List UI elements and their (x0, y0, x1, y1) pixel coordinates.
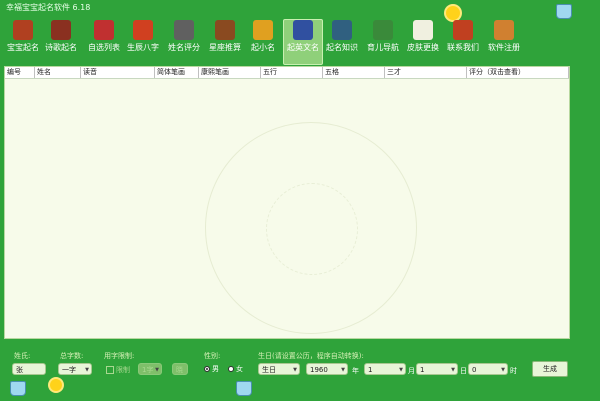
toolbar-button-0[interactable]: 宝宝起名 (4, 20, 42, 64)
hour-select[interactable]: 0 (468, 363, 508, 376)
rating-icon (174, 20, 194, 40)
dragon-phoenix-watermark (205, 122, 417, 334)
window-title: 幸福宝宝起名软件 6.18 (6, 3, 91, 12)
gender-male-radio[interactable]: 男 (204, 364, 219, 374)
gender-label: 性别: (204, 352, 221, 360)
day-unit: 日 (460, 367, 467, 375)
table-header: 编号 姓名 读音 简体笔画 康熙笔画 五行 五格 三才 评分（双击查看） (5, 67, 569, 79)
house-icon (453, 20, 473, 40)
toolbar-label: 起名知识 (326, 43, 358, 52)
calendar-type-select[interactable]: 生日 (258, 363, 300, 376)
toolbar-label: 生辰八字 (127, 43, 159, 52)
column-header-pronunciation[interactable]: 读音 (81, 67, 155, 78)
total-chars-label: 总字数: (60, 352, 84, 360)
toolbar-label: 自选列表 (88, 43, 120, 52)
char-limit-input[interactable]: 晓 (172, 363, 188, 375)
sun-decoration-icon (50, 379, 62, 391)
surname-label: 姓氏: (14, 352, 31, 360)
bucket-decoration-icon (236, 381, 252, 396)
char-limit-label: 用字限制: (104, 352, 135, 360)
toolbar-label: 皮肤更换 (407, 43, 439, 52)
year-select[interactable]: 1960 (306, 363, 348, 376)
title-bar: 幸福宝宝起名软件 6.18 (0, 0, 600, 16)
list-icon (94, 20, 114, 40)
year-unit: 年 (352, 367, 359, 375)
book-icon (13, 20, 33, 40)
main-toolbar: 宝宝起名 诗歌起名 自选列表 生辰八字 姓名评分 星座推算 起小名 起英文名 起名知识 育儿导航皮… (0, 16, 600, 66)
toolbar-label: 育儿导航 (367, 43, 399, 52)
hour-unit: 时 (510, 367, 517, 375)
toolbar-label: 联系我们 (447, 43, 479, 52)
gender-female-radio[interactable]: 女 (228, 364, 243, 374)
results-table[interactable]: 编号 姓名 读音 简体笔画 康熙笔画 五行 五格 三才 评分（双击查看） (4, 66, 570, 339)
footprint-icon (373, 20, 393, 40)
toolbar-button-11[interactable]: 联系我们 (444, 20, 482, 64)
column-header-id[interactable]: 编号 (5, 67, 35, 78)
char-limit-checkbox-label: 限制 (116, 366, 130, 374)
gender-female-label: 女 (236, 365, 243, 373)
day-select[interactable]: 1 (416, 363, 458, 376)
gender-male-label: 男 (212, 365, 219, 373)
char-limit-checkbox[interactable]: 限制 (106, 365, 130, 375)
toolbar-button-3[interactable]: 生辰八字 (124, 20, 162, 64)
poetry-book-icon (51, 20, 71, 40)
toolbar-button-9[interactable]: 育儿导航 (364, 20, 402, 64)
column-header-three-talents[interactable]: 三才 (385, 67, 467, 78)
us-flag-icon (293, 20, 313, 40)
face-icon (253, 20, 273, 40)
star-icon (215, 20, 235, 40)
char-limit-position-select[interactable]: 1字 (138, 363, 162, 376)
month-unit: 月 (408, 367, 415, 375)
checkbox-box (106, 366, 114, 374)
column-header-five-grids[interactable]: 五格 (323, 67, 385, 78)
options-panel: 姓氏: 张 总字数: 一字 用字限制: 限制 1字 晓 性别: 男 女 生日(请… (0, 337, 600, 401)
scroll-area (568, 66, 594, 337)
total-chars-select[interactable]: 一字 (58, 363, 92, 376)
toolbar-button-10[interactable]: 皮肤更换 (404, 20, 442, 64)
toolbar-button-5[interactable]: 星座推算 (206, 20, 244, 64)
palette-icon (413, 20, 433, 40)
toolbar-label: 起英文名 (287, 43, 319, 52)
toolbar-label: 星座推算 (209, 43, 241, 52)
toolbar-button-7[interactable]: 起英文名 (283, 19, 323, 65)
radio-dot (228, 366, 234, 372)
bucket-decoration-icon (10, 381, 26, 396)
toolbar-button-4[interactable]: 姓名评分 (164, 20, 204, 64)
radio-dot (204, 366, 210, 372)
column-header-five-elements[interactable]: 五行 (261, 67, 323, 78)
toolbar-label: 宝宝起名 (7, 43, 39, 52)
column-header-kangxi-strokes[interactable]: 康熙笔画 (199, 67, 261, 78)
column-header-simplified-strokes[interactable]: 简体笔画 (155, 67, 199, 78)
toolbar-label: 起小名 (251, 43, 275, 52)
people-icon (494, 20, 514, 40)
toolbar-label: 诗歌起名 (45, 43, 77, 52)
books-icon (332, 20, 352, 40)
toolbar-button-1[interactable]: 诗歌起名 (42, 20, 80, 64)
toolbar-label: 姓名评分 (168, 43, 200, 52)
toolbar-button-6[interactable]: 起小名 (246, 20, 280, 64)
toolbar-button-12[interactable]: 软件注册 (484, 20, 524, 64)
surname-input[interactable]: 张 (12, 363, 46, 375)
toolbar-label: 软件注册 (488, 43, 520, 52)
toolbar-button-2[interactable]: 自选列表 (86, 20, 122, 64)
calendar-icon (133, 20, 153, 40)
toolbar-button-8[interactable]: 起名知识 (323, 20, 361, 64)
month-select[interactable]: 1 (364, 363, 406, 376)
column-header-name[interactable]: 姓名 (35, 67, 81, 78)
birthday-label: 生日(请设置公历，程序自动转换): (258, 352, 364, 360)
generate-button[interactable]: 生成 (532, 361, 568, 377)
column-header-score[interactable]: 评分（双击查看） (467, 67, 569, 78)
